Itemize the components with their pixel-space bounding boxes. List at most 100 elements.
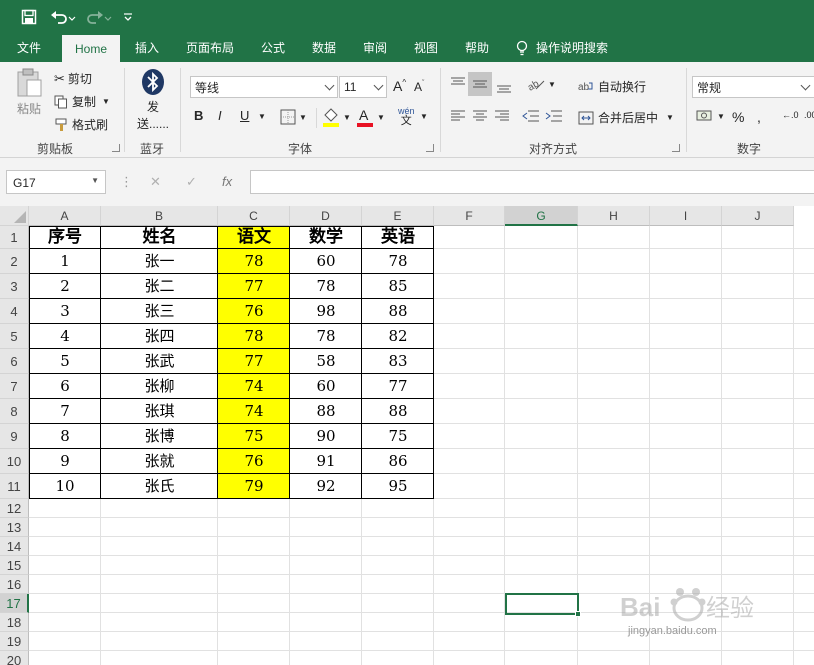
fill-color-button[interactable]: ▼ (322, 107, 351, 127)
name-box[interactable]: G17 ▼ (6, 170, 106, 194)
table-cell[interactable]: 85 (362, 274, 434, 299)
table-cell[interactable]: 58 (290, 349, 362, 374)
table-cell[interactable]: 张就 (101, 449, 218, 474)
row-header-6[interactable]: 6 (0, 349, 29, 374)
column-header-g[interactable]: G (505, 206, 578, 226)
table-cell[interactable]: 张武 (101, 349, 218, 374)
borders-button[interactable]: ▼ (280, 109, 307, 125)
table-cell[interactable]: 98 (290, 299, 362, 324)
italic-button[interactable]: I (218, 108, 222, 123)
column-header-f[interactable]: F (434, 206, 505, 226)
wrap-text-button[interactable]: ab 自动换行 (578, 78, 646, 95)
row-header-11[interactable]: 11 (0, 474, 29, 499)
row-header-18[interactable]: 18 (0, 613, 29, 632)
table-cell[interactable]: 78 (362, 249, 434, 274)
table-cell[interactable]: 张琪 (101, 399, 218, 424)
table-cell[interactable]: 张博 (101, 424, 218, 449)
paste-button[interactable]: 粘贴 (12, 68, 46, 117)
font-size-select[interactable]: 11 (339, 76, 387, 98)
table-cell[interactable]: 9 (29, 449, 101, 474)
tab-page-layout[interactable]: 页面布局 (180, 34, 240, 62)
row-header-17[interactable]: 17 (0, 594, 29, 613)
tab-help[interactable]: 帮助 (456, 34, 498, 62)
table-cell[interactable]: 2 (29, 274, 101, 299)
tab-data[interactable]: 数据 (303, 34, 345, 62)
table-cell[interactable]: 92 (290, 474, 362, 499)
table-header-cell[interactable]: 数学 (290, 226, 362, 249)
enter-icon[interactable]: ✓ (186, 174, 197, 190)
cut-button[interactable]: ✂ 剪切 (54, 70, 92, 87)
accounting-format-button[interactable]: ▼ (696, 108, 725, 124)
row-header-20[interactable]: 20 (0, 651, 29, 665)
table-cell[interactable]: 86 (362, 449, 434, 474)
table-header-cell[interactable]: 姓名 (101, 226, 218, 249)
table-cell[interactable]: 78 (290, 274, 362, 299)
customize-toolbar-icon[interactable] (120, 6, 136, 28)
table-cell[interactable]: 95 (362, 474, 434, 499)
table-cell[interactable]: 8 (29, 424, 101, 449)
underline-dropdown-icon[interactable]: ▼ (258, 112, 266, 121)
merge-center-button[interactable]: 合并后居中 ▼ (578, 109, 674, 126)
column-header-c[interactable]: C (218, 206, 290, 226)
alignment-launcher-icon[interactable] (672, 144, 680, 152)
row-header-3[interactable]: 3 (0, 274, 29, 299)
row-header-2[interactable]: 2 (0, 249, 29, 274)
tab-review[interactable]: 审阅 (354, 34, 396, 62)
decrease-indent-button[interactable] (522, 108, 540, 124)
table-cell[interactable]: 5 (29, 349, 101, 374)
grow-font-button[interactable]: A ^ (393, 78, 406, 95)
table-cell[interactable]: 74 (218, 399, 290, 424)
row-header-10[interactable]: 10 (0, 449, 29, 474)
decrease-decimal-button[interactable]: .00 (804, 110, 814, 120)
table-cell[interactable]: 83 (362, 349, 434, 374)
tab-file[interactable]: 文件 (6, 34, 52, 62)
column-header-h[interactable]: H (578, 206, 650, 226)
align-right-button[interactable] (494, 108, 510, 124)
increase-decimal-button[interactable]: ←.0 (782, 110, 799, 120)
table-header-cell[interactable]: 序号 (29, 226, 101, 249)
select-all-button[interactable] (0, 206, 29, 226)
table-cell[interactable]: 10 (29, 474, 101, 499)
table-cell[interactable]: 60 (290, 249, 362, 274)
save-icon[interactable] (18, 6, 40, 28)
table-cell[interactable]: 75 (218, 424, 290, 449)
row-header-7[interactable]: 7 (0, 374, 29, 399)
row-header-4[interactable]: 4 (0, 299, 29, 324)
tab-home[interactable]: Home (62, 35, 120, 62)
table-cell[interactable]: 82 (362, 324, 434, 349)
underline-button[interactable]: U (240, 108, 249, 123)
align-bottom-button[interactable] (496, 78, 512, 94)
table-cell[interactable]: 76 (218, 299, 290, 324)
row-header-8[interactable]: 8 (0, 399, 29, 424)
row-header-14[interactable]: 14 (0, 537, 29, 556)
table-cell[interactable]: 90 (290, 424, 362, 449)
table-cell[interactable]: 7 (29, 399, 101, 424)
table-cell[interactable]: 88 (362, 399, 434, 424)
tab-formulas[interactable]: 公式 (252, 34, 294, 62)
orientation-button[interactable]: ab ▼ (526, 76, 556, 92)
align-middle-button[interactable] (468, 72, 492, 96)
chevron-down-icon[interactable]: ▼ (420, 112, 428, 121)
table-cell[interactable]: 76 (218, 449, 290, 474)
table-cell[interactable]: 张一 (101, 249, 218, 274)
bluetooth-send-button[interactable]: 发 送...... (136, 68, 170, 132)
table-cell[interactable]: 78 (218, 249, 290, 274)
row-header-5[interactable]: 5 (0, 324, 29, 349)
chevron-down-icon[interactable]: ▼ (91, 176, 99, 185)
row-header-12[interactable]: 12 (0, 499, 29, 518)
table-cell[interactable]: 75 (362, 424, 434, 449)
align-top-button[interactable] (450, 76, 466, 92)
table-cell[interactable]: 1 (29, 249, 101, 274)
table-cell[interactable]: 88 (362, 299, 434, 324)
cancel-icon[interactable]: ✕ (150, 174, 161, 190)
tab-insert[interactable]: 插入 (126, 34, 168, 62)
row-header-1[interactable]: 1 (0, 226, 29, 249)
row-header-16[interactable]: 16 (0, 575, 29, 594)
row-header-15[interactable]: 15 (0, 556, 29, 575)
tell-me-search[interactable]: 操作说明搜索 (536, 34, 626, 62)
font-launcher-icon[interactable] (426, 144, 434, 152)
table-cell[interactable]: 张氏 (101, 474, 218, 499)
bold-button[interactable]: B (194, 108, 203, 123)
table-cell[interactable]: 4 (29, 324, 101, 349)
table-cell[interactable]: 张四 (101, 324, 218, 349)
